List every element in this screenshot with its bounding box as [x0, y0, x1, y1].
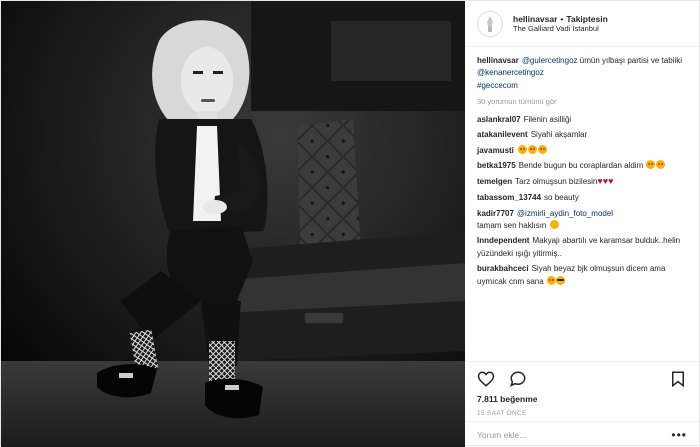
comment-username[interactable]: betka1975 — [477, 161, 516, 170]
post-sidebar: hellinavsar • Takiptesin The Galliard Vadi… — [465, 1, 699, 447]
post-photo[interactable] — [1, 1, 465, 447]
header-separator: • — [560, 13, 564, 24]
add-comment-input[interactable] — [477, 429, 672, 440]
comment: temelgen Tarz olmuşsun bizilesin♥♥♥ — [477, 175, 687, 189]
comment-text: Siyahi akşamlar — [530, 130, 588, 140]
comment-username[interactable]: Inndependent — [477, 236, 529, 245]
comment-username[interactable]: javamusti — [477, 146, 514, 155]
post-header: hellinavsar • Takiptesin The Galliard Vadi… — [465, 1, 699, 47]
heart-eyes-emoji-icon — [517, 144, 527, 154]
comment: kadir7707 @izmirli_aydin_foto_modeltamam … — [477, 208, 687, 233]
header-username[interactable]: hellinavsar — [513, 14, 557, 24]
heart-eyes-emoji-icon — [656, 159, 666, 169]
more-options-icon[interactable]: ••• — [671, 428, 687, 442]
heart-eyes-emoji-icon — [646, 159, 656, 169]
view-all-comments-link[interactable]: 30 yorumun tümünü gör — [477, 96, 687, 108]
smile-emoji-icon — [549, 220, 559, 230]
comment-text: so beauty — [544, 193, 579, 203]
caption-mention[interactable]: @kenanercetingoz — [477, 68, 544, 77]
sunglasses-emoji-icon — [555, 275, 565, 285]
comment: atakanilevent Siyahi akşamlar — [477, 129, 687, 141]
add-comment-bar: ••• — [465, 421, 699, 447]
post-actions: 7.811 beğenme 15 SAAT ÖNCE ••• — [465, 361, 699, 447]
location-link[interactable]: The Galliard Vadi İstanbul — [513, 24, 608, 33]
comment-bubble-icon[interactable] — [509, 370, 527, 388]
caption: hellinavsar @gulercetingoz ümün yılbaşı p… — [477, 55, 687, 92]
comment: Inndependent Makyajı abartılı ve karamsar… — [477, 235, 687, 260]
comment: aslankral07 Filenin asilliği — [477, 114, 687, 126]
heart-eyes-emoji-icon — [537, 144, 547, 154]
comment-text: tamam sen haklısın — [477, 221, 547, 231]
comment-mention[interactable]: @izmirli_aydin_foto_model — [517, 209, 613, 218]
comment-username[interactable]: kadir7707 — [477, 209, 514, 218]
broken-heart-emoji-icon: ♥ — [608, 176, 614, 187]
comment-username[interactable]: temelgen — [477, 177, 512, 186]
instagram-post: hellinavsar • Takiptesin The Galliard Vadi… — [0, 0, 700, 447]
comment-text: Bende bugun bu coraplardan aldim — [518, 160, 644, 170]
comment-username[interactable]: tabassom_13744 — [477, 193, 541, 202]
bookmark-icon[interactable] — [669, 370, 687, 388]
caption-username[interactable]: hellinavsar — [477, 56, 519, 65]
post-timestamp: 15 SAAT ÖNCE — [477, 410, 527, 417]
caption-mention[interactable]: @gulercetingoz — [522, 56, 578, 65]
comment: burakbahceci Siyah beyaz bjk olmuşsun dic… — [477, 263, 687, 288]
heart-outline-icon[interactable] — [477, 370, 495, 388]
caption-text: ümün yılbaşı partisi ve tabiiki — [577, 56, 683, 65]
comment-username[interactable]: atakanilevent — [477, 130, 528, 139]
comment: tabassom_13744 so beauty — [477, 192, 687, 204]
likes-count[interactable]: 7.811 beğenme — [477, 394, 687, 404]
comments-list[interactable]: hellinavsar @gulercetingoz ümün yılbaşı p… — [465, 47, 699, 361]
follow-status-button[interactable]: Takiptesin — [566, 14, 607, 24]
comment-username[interactable]: burakbahceci — [477, 264, 529, 273]
comment-text: Tarz olmuşsun bizilesin — [515, 177, 598, 187]
avatar[interactable] — [477, 10, 503, 37]
caption-hashtag[interactable]: #geccecom — [477, 81, 518, 90]
comment-text: Filenin asilliği — [523, 114, 572, 124]
comment: javamusti — [477, 144, 687, 157]
comment: betka1975 Bende bugun bu coraplardan aldi… — [477, 159, 687, 172]
heart-eyes-emoji-icon — [546, 275, 556, 285]
heart-eyes-emoji-icon — [527, 144, 537, 154]
comment-username[interactable]: aslankral07 — [477, 115, 521, 124]
